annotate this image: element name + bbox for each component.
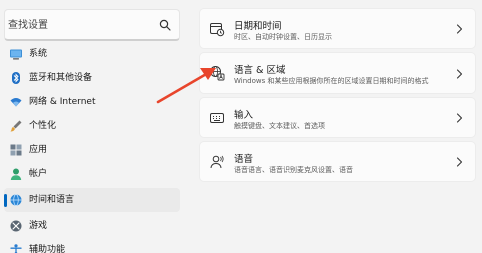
card-description: Windows 和某些应用根据你所在的区域设置日期和时间的格式 — [234, 77, 429, 85]
card-description: 触摸键盘、文本建议、首选项 — [234, 122, 325, 130]
chevron-right-icon — [456, 24, 463, 34]
apps-icon — [10, 144, 22, 156]
globe-clock-icon — [10, 194, 22, 206]
accessibility-icon — [10, 244, 22, 253]
sidebar-item-time-language[interactable]: 时间和语言 — [4, 188, 180, 212]
card-speech[interactable]: 语音 语音语言、语音识别麦克风设置、语音 — [199, 141, 476, 182]
chevron-right-icon — [456, 69, 463, 79]
sidebar-item-label: 个性化 — [29, 121, 57, 131]
annotation-arrow — [156, 68, 216, 104]
sidebar-item-label: 辅助功能 — [29, 245, 66, 253]
sidebar-item-label: 游戏 — [29, 221, 48, 231]
chevron-right-icon — [456, 113, 463, 123]
card-title: 语言 & 区域 — [234, 65, 286, 76]
card-description: 语音语言、语音识别麦克风设置、语音 — [234, 166, 353, 174]
card-language-region[interactable]: 语言 & 区域 Windows 和某些应用根据你所在的区域设置日期和时间的格式 — [199, 52, 476, 94]
sidebar-item-label: 帐户 — [29, 169, 48, 179]
sidebar-item-apps[interactable]: 应用 — [4, 138, 180, 162]
search-input[interactable] — [8, 16, 158, 34]
chevron-right-icon — [456, 157, 463, 167]
sidebar-item-label: 蓝牙和其他设备 — [29, 73, 93, 83]
card-title: 日期和时间 — [234, 21, 282, 32]
settings-window: 系统 蓝牙和其他设备 网络 & Internet — [0, 0, 482, 253]
person-icon — [10, 168, 22, 180]
person-voice-icon — [210, 155, 224, 169]
sidebar-item-gaming[interactable]: 游戏 — [4, 214, 180, 238]
sidebar-item-label: 应用 — [29, 145, 48, 155]
wifi-icon — [10, 98, 22, 107]
sidebar-item-personalization[interactable]: 个性化 — [4, 114, 180, 138]
calendar-clock-icon — [210, 23, 225, 37]
bluetooth-icon — [12, 72, 20, 84]
sidebar: 系统 蓝牙和其他设备 网络 & Internet — [0, 0, 190, 253]
monitor-icon — [10, 49, 22, 60]
sidebar-item-label: 网络 & Internet — [29, 97, 96, 107]
selection-indicator — [4, 194, 7, 207]
sidebar-item-label: 时间和语言 — [29, 195, 75, 205]
card-input[interactable]: 输入 触摸键盘、文本建议、首选项 — [199, 97, 476, 138]
xbox-icon — [10, 220, 22, 232]
card-date-time[interactable]: 日期和时间 时区、自动时钟设置、日历显示 — [199, 8, 476, 49]
card-title: 语音 — [234, 154, 254, 165]
sidebar-item-accessibility[interactable]: 辅助功能 — [4, 238, 180, 253]
sidebar-item-accounts[interactable]: 帐户 — [4, 162, 180, 186]
search-icon[interactable] — [159, 19, 171, 31]
sidebar-item-label: 系统 — [29, 49, 48, 59]
search-box[interactable] — [4, 9, 180, 41]
brush-icon — [10, 120, 22, 132]
card-description: 时区、自动时钟设置、日历显示 — [234, 33, 332, 41]
card-title: 输入 — [234, 110, 254, 121]
